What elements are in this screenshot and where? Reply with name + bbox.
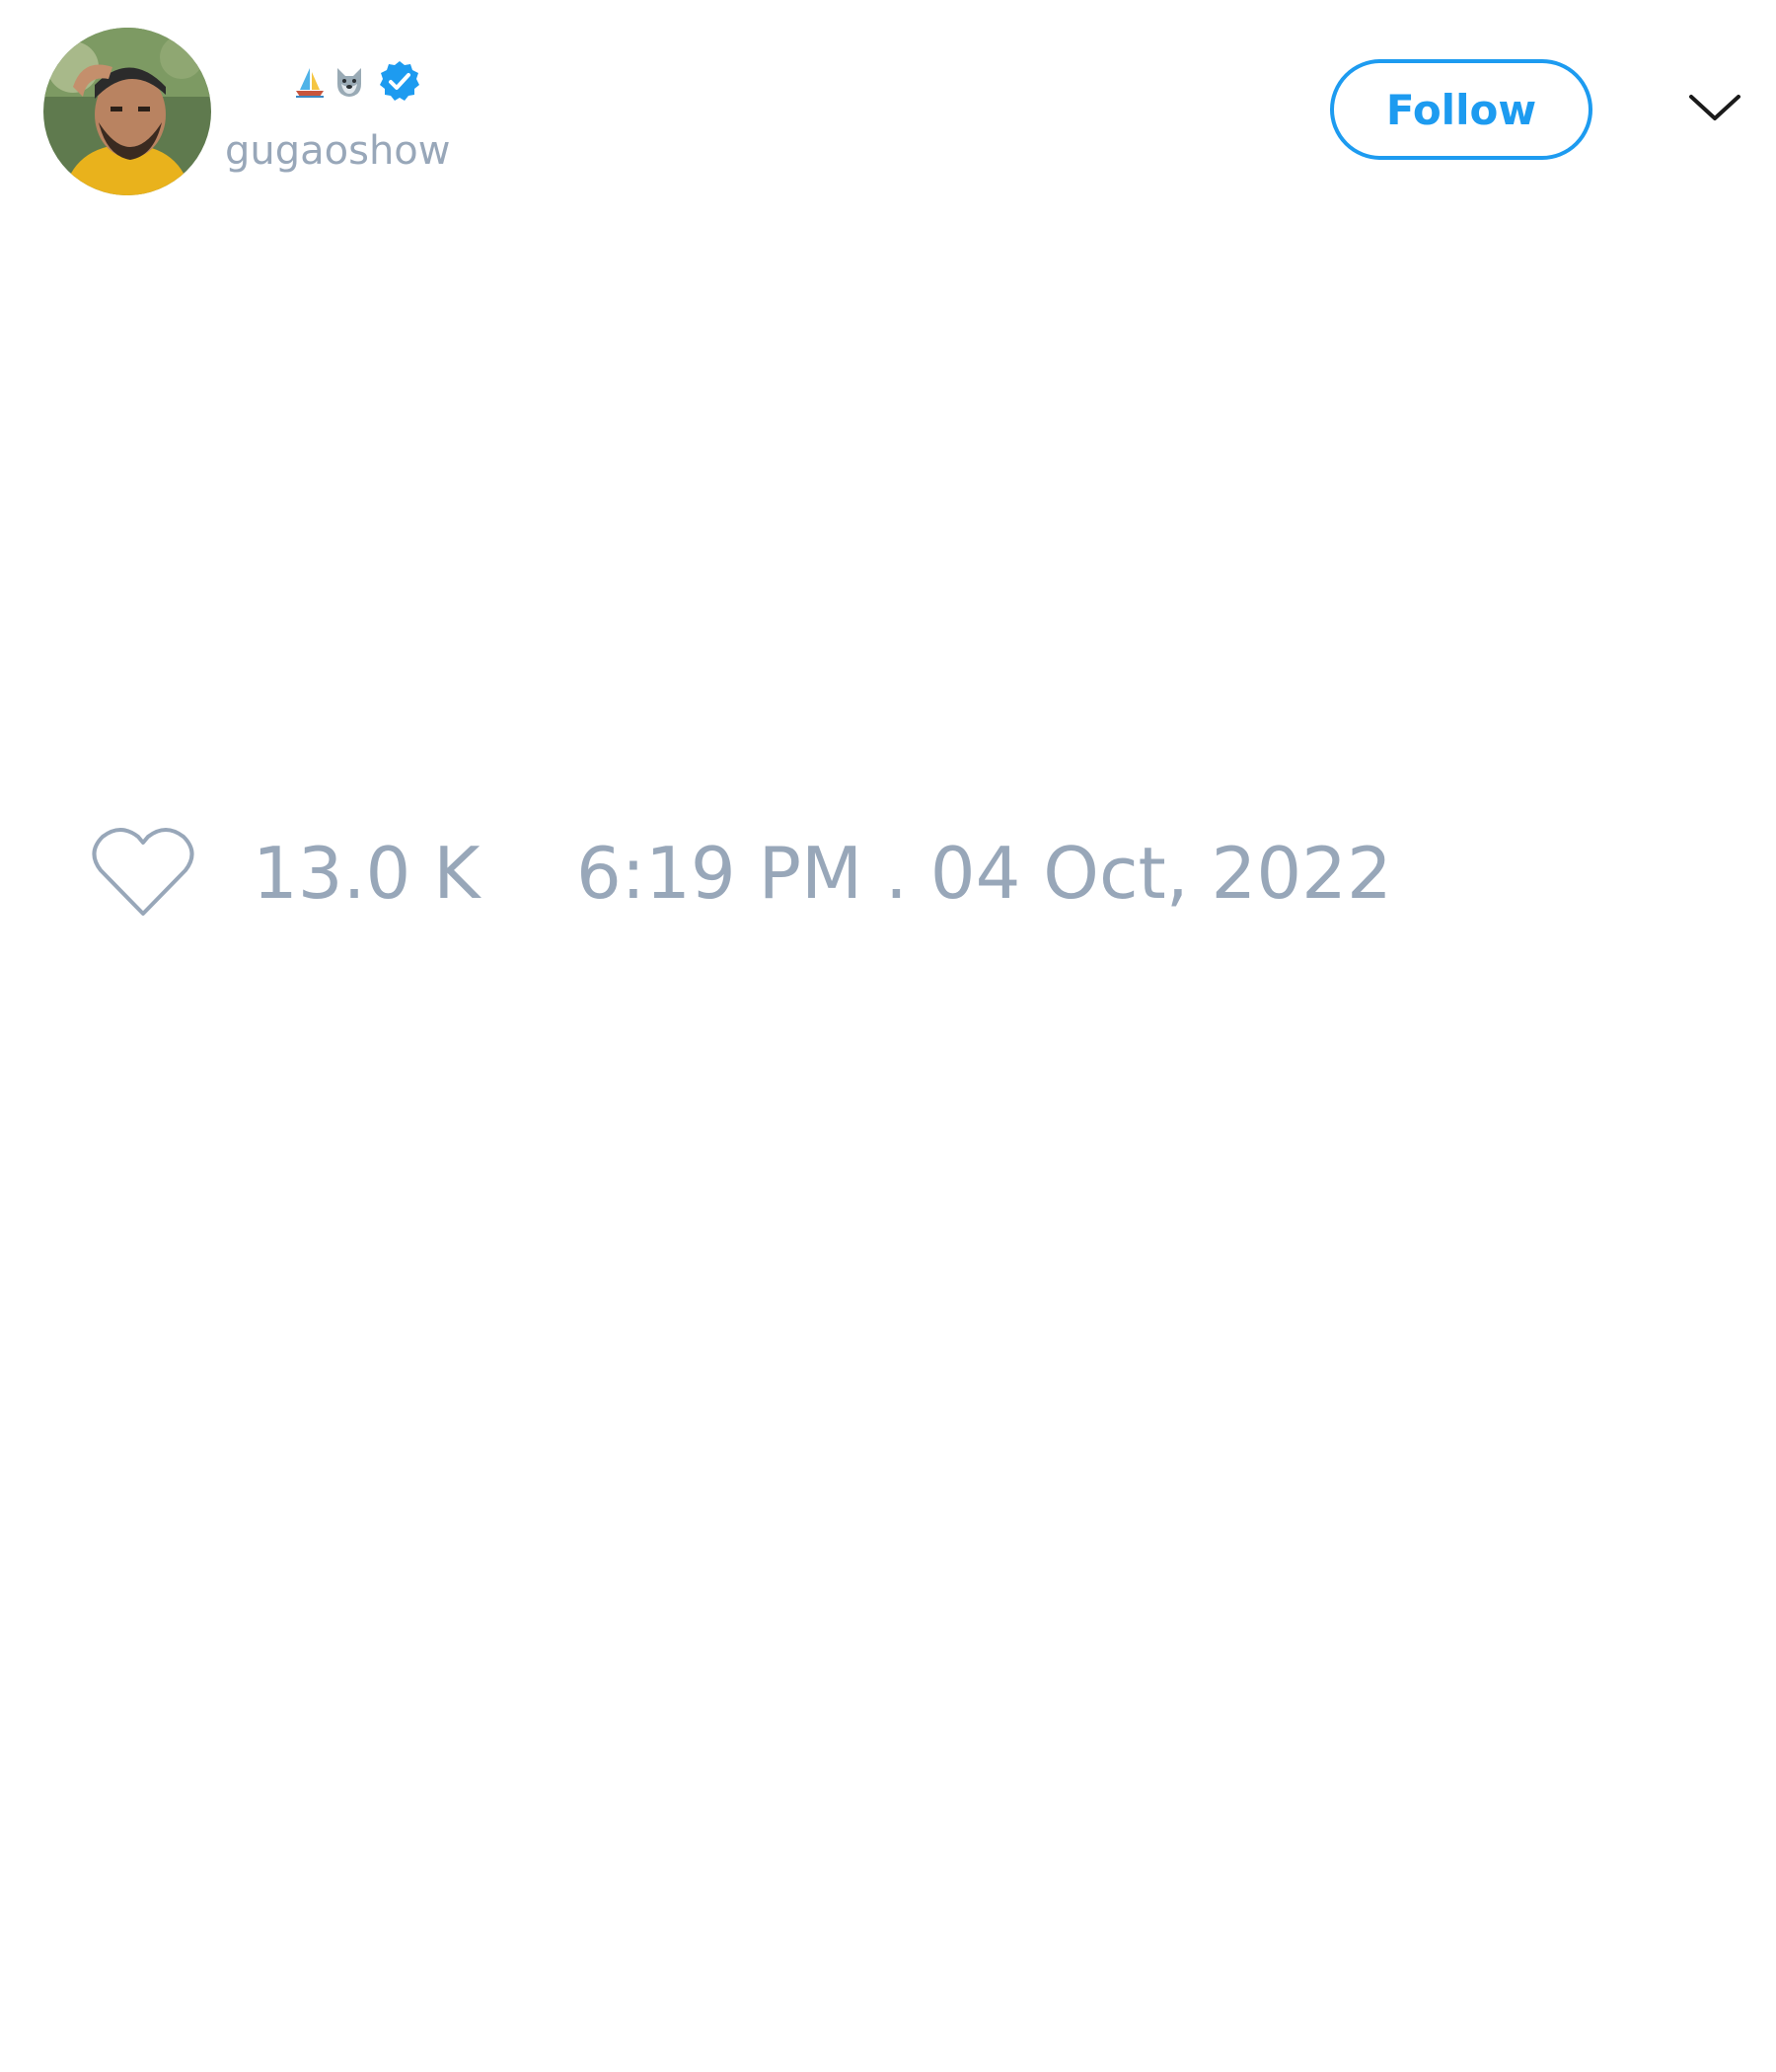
engagement-row: 13.0 K 6:19 PM . 04 Oct, 2022 bbox=[0, 809, 1776, 927]
sailboat-emoji bbox=[296, 68, 324, 98]
heart-outline-icon[interactable] bbox=[89, 823, 197, 922]
tweet-timestamp[interactable]: 6:19 PM . 04 Oct, 2022 bbox=[576, 829, 1392, 918]
follow-button[interactable]: Follow bbox=[1330, 59, 1592, 160]
tweet-header: gugaoshow Follow bbox=[0, 0, 1776, 217]
verified-badge-icon bbox=[380, 61, 419, 101]
wolf-emoji bbox=[337, 68, 361, 97]
user-handle[interactable]: gugaoshow bbox=[225, 126, 451, 176]
avatar[interactable] bbox=[43, 28, 211, 195]
avatar-photo bbox=[43, 28, 211, 195]
display-name[interactable] bbox=[292, 57, 422, 107]
like-count: 13.0 K bbox=[253, 832, 481, 915]
chevron-down-icon[interactable] bbox=[1687, 89, 1742, 128]
